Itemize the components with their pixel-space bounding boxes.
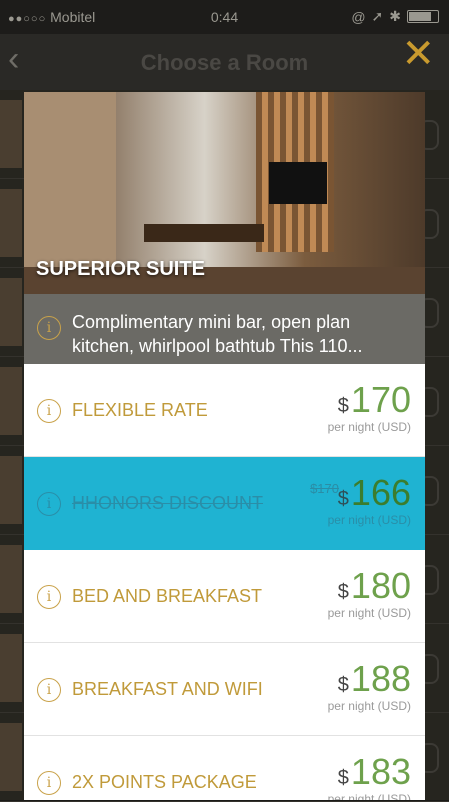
room-rates-modal: SUPERIOR SUITE i Complimentary mini bar,… <box>24 92 425 800</box>
photo-desk <box>144 224 264 242</box>
room-thumbnail <box>0 634 22 702</box>
info-icon[interactable]: i <box>37 492 61 516</box>
rate-label: BREAKFAST AND WIFI <box>72 679 263 699</box>
info-icon[interactable]: i <box>37 316 61 340</box>
room-thumbnail <box>0 545 22 613</box>
info-icon[interactable]: i <box>37 399 61 423</box>
currency-symbol: $ <box>337 581 349 603</box>
room-photo: SUPERIOR SUITE <box>24 92 425 294</box>
currency-symbol: $ <box>337 674 349 696</box>
price-value: 180 <box>350 565 411 606</box>
room-name: SUPERIOR SUITE <box>36 258 205 280</box>
price-value: 170 <box>350 379 411 420</box>
price-unit: per night (USD) <box>327 513 411 527</box>
location-icon: ➚ <box>371 8 384 24</box>
info-icon[interactable]: i <box>37 585 61 609</box>
rate-row-flexible[interactable]: i FLEXIBLE RATE $170 per night (USD) <box>24 364 425 457</box>
close-icon[interactable]: ✕ <box>401 30 435 78</box>
status-icons: @ ➚ ✱ <box>351 8 439 25</box>
bluetooth-icon: ✱ <box>389 8 401 24</box>
rate-row-breakfast-and-wifi[interactable]: i BREAKFAST AND WIFI $188 per night (USD… <box>24 643 425 736</box>
price-value: 183 <box>350 751 411 792</box>
rate-label: BED AND BREAKFAST <box>72 586 263 606</box>
rate-price: $170 <box>338 382 411 424</box>
price-unit: per night (USD) <box>327 792 411 800</box>
price-value: 188 <box>350 658 411 699</box>
old-price: $170 <box>310 481 339 496</box>
rate-label: 2X POINTS PACKAGE <box>72 772 257 792</box>
currency-symbol: $ <box>337 488 349 510</box>
description-text: Complimentary mini bar, open plan kitche… <box>72 312 363 356</box>
rate-price: $183 <box>338 754 411 796</box>
room-thumbnail <box>0 723 22 791</box>
rate-row-hhonors[interactable]: i HHONORS DISCOUNT $170 $166 per night (… <box>24 457 425 550</box>
photo-tv <box>269 162 327 204</box>
nav-bar: ‹ Choose a Room ✕ <box>0 32 449 90</box>
info-icon[interactable]: i <box>37 771 61 795</box>
room-thumbnail <box>0 100 22 168</box>
rate-price: $188 <box>338 661 411 703</box>
lock-rotation-icon: @ <box>351 8 366 25</box>
price-unit: per night (USD) <box>327 606 411 620</box>
rate-price: $180 <box>338 568 411 610</box>
info-icon[interactable]: i <box>37 678 61 702</box>
room-thumbnail <box>0 278 22 346</box>
currency-symbol: $ <box>337 767 349 789</box>
rate-row-bed-and-breakfast[interactable]: i BED AND BREAKFAST $180 per night (USD) <box>24 550 425 643</box>
rate-price: $166 <box>338 475 411 517</box>
rate-label: FLEXIBLE RATE <box>72 400 208 420</box>
currency-symbol: $ <box>337 395 349 417</box>
rate-label: HHONORS DISCOUNT <box>72 493 264 513</box>
status-bar: ●●○○○ Mobitel 0:44 @ ➚ ✱ <box>0 0 449 34</box>
page-title: Choose a Room <box>140 50 309 75</box>
room-thumbnail <box>0 367 22 435</box>
battery-icon <box>407 10 439 23</box>
rate-row-2x-points[interactable]: i 2X POINTS PACKAGE $183 per night (USD) <box>24 736 425 800</box>
price-unit: per night (USD) <box>327 699 411 713</box>
room-thumbnail <box>0 456 22 524</box>
room-thumbnail <box>0 189 22 257</box>
price-value: 166 <box>350 472 411 513</box>
price-unit: per night (USD) <box>327 420 411 434</box>
room-description[interactable]: i Complimentary mini bar, open plan kitc… <box>24 294 425 364</box>
